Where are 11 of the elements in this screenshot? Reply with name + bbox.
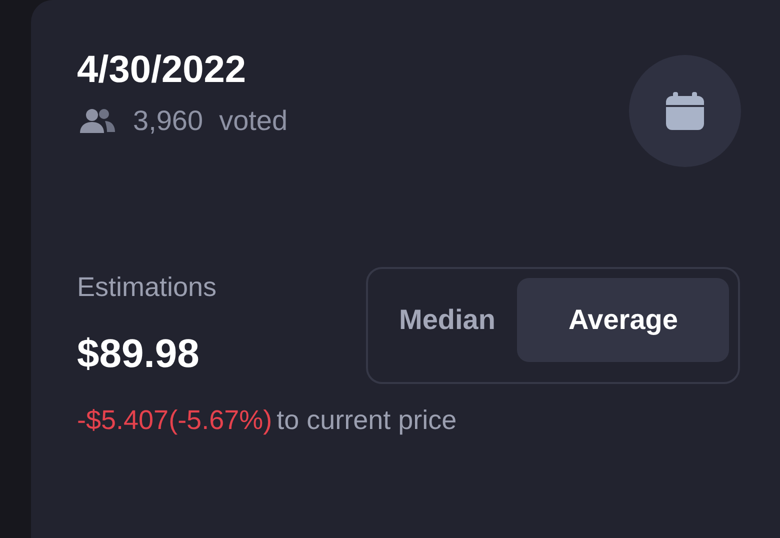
- price-change: -$5.407(-5.67%): [77, 404, 272, 434]
- date-title: 4/30/2022: [77, 50, 248, 92]
- mode-option[interactable]: Median: [377, 278, 518, 362]
- estimations-label: Estimations: [77, 271, 217, 304]
- vote-count: 3,960: [133, 104, 204, 138]
- estimated-price: $89.98: [77, 330, 200, 378]
- calendar-icon: [665, 92, 705, 130]
- users-icon: [77, 106, 117, 135]
- mode-option[interactable]: Average: [517, 278, 729, 362]
- vote-label: voted: [219, 104, 288, 138]
- price-change-suffix: to current price: [276, 404, 457, 434]
